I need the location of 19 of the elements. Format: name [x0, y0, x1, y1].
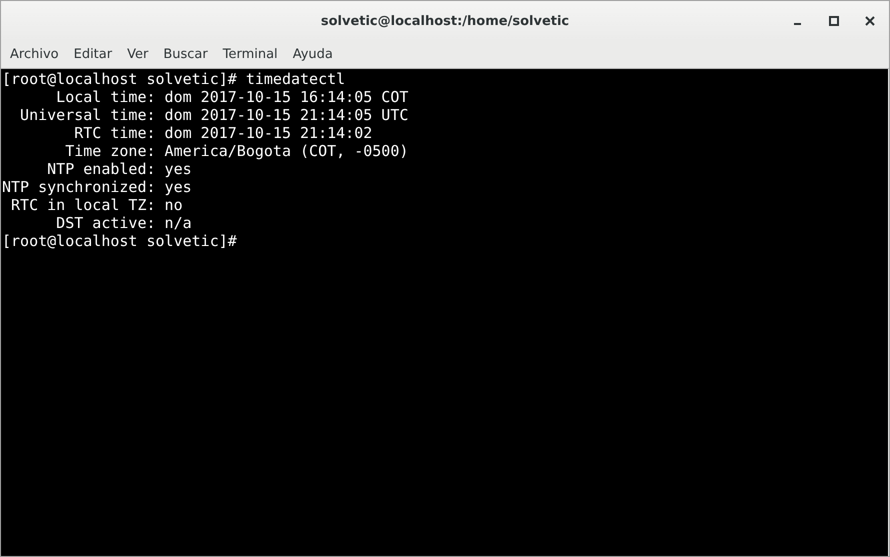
terminal-line: RTC time: dom 2017-10-15 21:14:02 [73, 124, 374, 142]
menu-item[interactable]: Buscar [163, 47, 208, 62]
terminal-line: [root@localhost solvetic]# timedatectl [2, 70, 346, 88]
terminal-line: RTC in local TZ: no [10, 196, 184, 214]
menu-item[interactable]: Ver [127, 47, 148, 62]
menu-item[interactable]: Ayuda [292, 47, 333, 62]
terminal-line: NTP enabled: yes [46, 160, 193, 178]
menu-item[interactable]: Editar [74, 47, 112, 62]
menu-item[interactable]: Archivo [10, 47, 59, 62]
terminal-line: [root@localhost solvetic]# [2, 232, 238, 250]
close-icon[interactable] [865, 16, 875, 26]
menu-item[interactable]: Terminal [222, 47, 278, 62]
window-title: solvetic@localhost:/home/solvetic [320, 14, 570, 28]
terminal-line: Universal time: dom 2017-10-15 21:14:05 UTC [19, 106, 410, 124]
maximize-icon[interactable] [829, 16, 839, 26]
terminal-line: DST active: n/a [55, 214, 193, 232]
terminal-line: NTP synchronized: yes [2, 178, 193, 196]
terminal-line: Local time: dom 2017-10-15 16:14:05 COT [55, 88, 410, 106]
terminal-line: Time zone: America/Bogota (COT, -0500) [64, 142, 410, 160]
